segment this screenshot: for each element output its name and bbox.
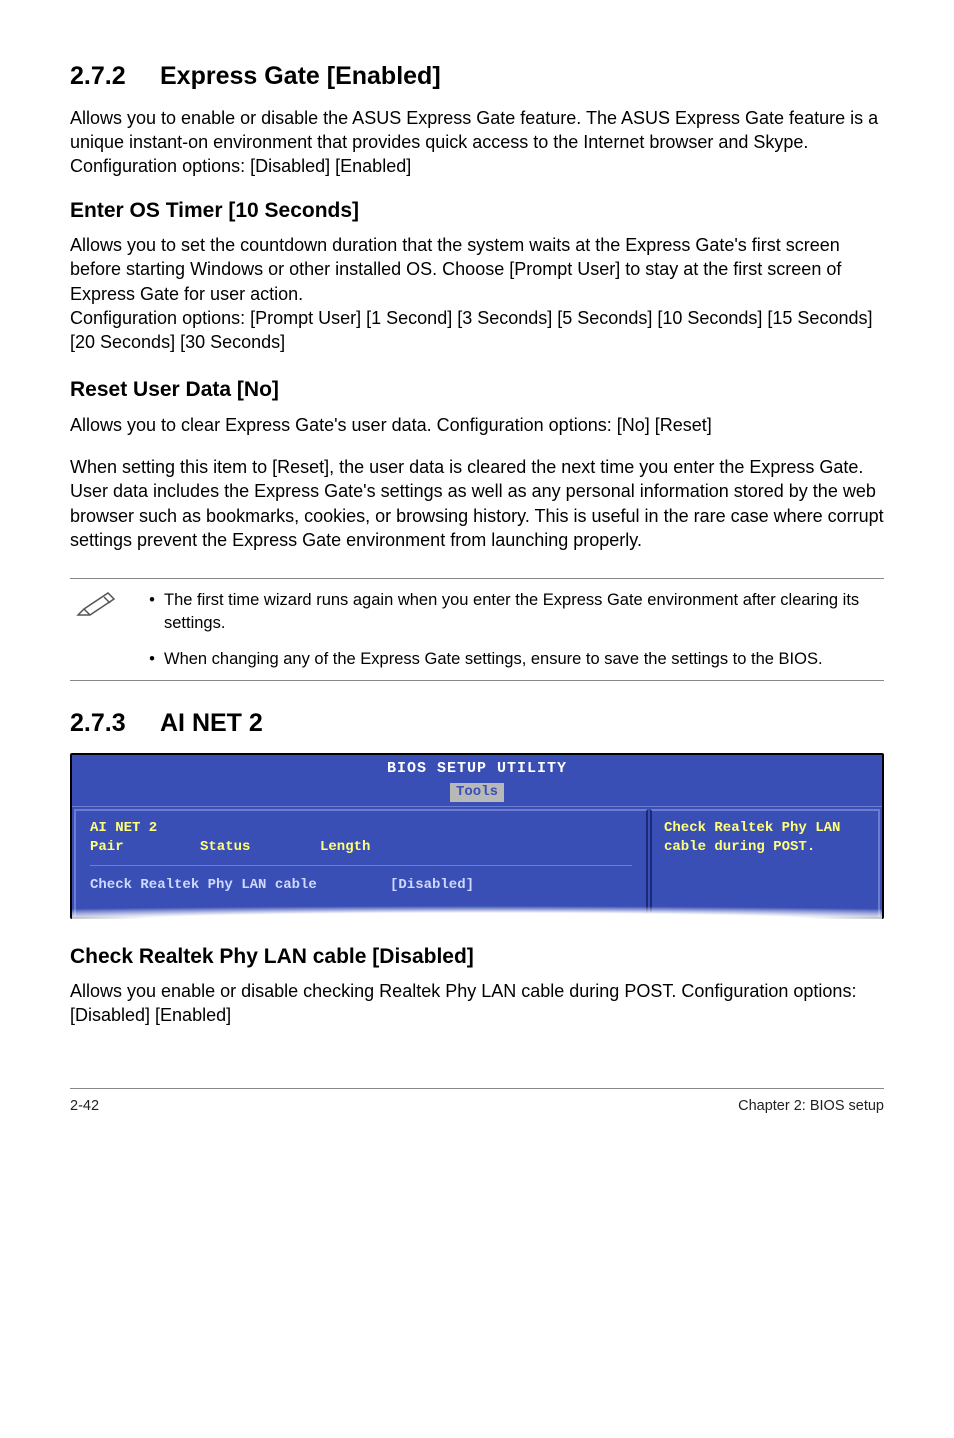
bullet-icon: • xyxy=(140,589,164,634)
section-title: Express Gate [Enabled] xyxy=(160,62,441,90)
bios-title: BIOS SETUP UTILITY xyxy=(72,755,882,779)
note-content: The first time wizard runs again when yo… xyxy=(164,589,874,634)
note-text: • When changing any of the Express Gate … xyxy=(140,648,884,670)
note-box: • The first time wizard runs again when … xyxy=(70,578,884,681)
page-number: 2-42 xyxy=(70,1097,99,1117)
paragraph: Allows you enable or disable checking Re… xyxy=(70,979,884,1028)
subsection-enter-os-timer: Enter OS Timer [10 Seconds] Allows you t… xyxy=(70,197,884,355)
note-item: • When changing any of the Express Gate … xyxy=(70,648,884,670)
bios-help-pane: Check Realtek Phy LAN cable during POST. xyxy=(650,809,880,917)
note-content: When changing any of the Express Gate se… xyxy=(164,648,874,670)
bios-option-value: [Disabled] xyxy=(390,876,474,895)
subsection-heading: Enter OS Timer [10 Seconds] xyxy=(70,197,884,225)
bios-body: AI NET 2Pair Status Length Check Realtek… xyxy=(72,806,882,917)
chapter-label: Chapter 2: BIOS setup xyxy=(738,1097,884,1117)
subsection-reset-user-data: Reset User Data [No] Allows you to clear… xyxy=(70,376,884,552)
bios-option-row: Check Realtek Phy LAN cable [Disabled] xyxy=(90,876,632,895)
paragraph: Configuration options: [Prompt User] [1 … xyxy=(70,306,884,355)
paragraph: Allows you to set the countdown duration… xyxy=(70,233,884,306)
bios-panel: BIOS SETUP UTILITY Tools AI NET 2Pair St… xyxy=(70,753,884,919)
paragraph: When setting this item to [Reset], the u… xyxy=(70,455,884,552)
bios-tab-row: Tools xyxy=(72,777,882,802)
subsection-check-realtek: Check Realtek Phy LAN cable [Disabled] A… xyxy=(70,943,884,1028)
paragraph: Allows you to enable or disable the ASUS… xyxy=(70,106,884,179)
section-heading: 2.7.2Express Gate [Enabled] xyxy=(70,60,884,94)
bios-divider xyxy=(90,865,632,866)
page-footer: 2-42 Chapter 2: BIOS setup xyxy=(70,1088,884,1117)
bios-screenshot: BIOS SETUP UTILITY Tools AI NET 2Pair St… xyxy=(70,753,884,919)
section-number: 2.7.2 xyxy=(70,60,160,94)
section-2-7-3: 2.7.3AI NET 2 BIOS SETUP UTILITY Tools A… xyxy=(70,707,884,1028)
subsection-heading: Reset User Data [No] xyxy=(70,376,884,404)
pencil-note-icon xyxy=(70,589,120,625)
bios-header-pair: AI NET 2Pair xyxy=(90,819,200,857)
paragraph: Allows you to clear Express Gate's user … xyxy=(70,413,884,437)
subsection-heading: Check Realtek Phy LAN cable [Disabled] xyxy=(70,943,884,971)
bios-header-status: Status xyxy=(200,819,320,857)
bios-option-label: Check Realtek Phy LAN cable xyxy=(90,876,390,895)
section-2-7-2: 2.7.2Express Gate [Enabled] Allows you t… xyxy=(70,60,884,552)
section-title: AI NET 2 xyxy=(160,709,263,737)
note-item: • The first time wizard runs again when … xyxy=(70,589,884,634)
bios-header-length: Length xyxy=(320,819,440,857)
bullet-icon: • xyxy=(140,648,164,670)
note-text: • The first time wizard runs again when … xyxy=(140,589,884,634)
bios-help-text: Check Realtek Phy LAN cable during POST. xyxy=(664,820,840,855)
bios-tab-tools: Tools xyxy=(450,783,504,802)
section-number: 2.7.3 xyxy=(70,707,160,741)
bios-column-headers: AI NET 2Pair Status Length xyxy=(90,819,632,857)
bios-left-pane: AI NET 2Pair Status Length Check Realtek… xyxy=(74,809,648,917)
section-heading: 2.7.3AI NET 2 xyxy=(70,707,884,741)
